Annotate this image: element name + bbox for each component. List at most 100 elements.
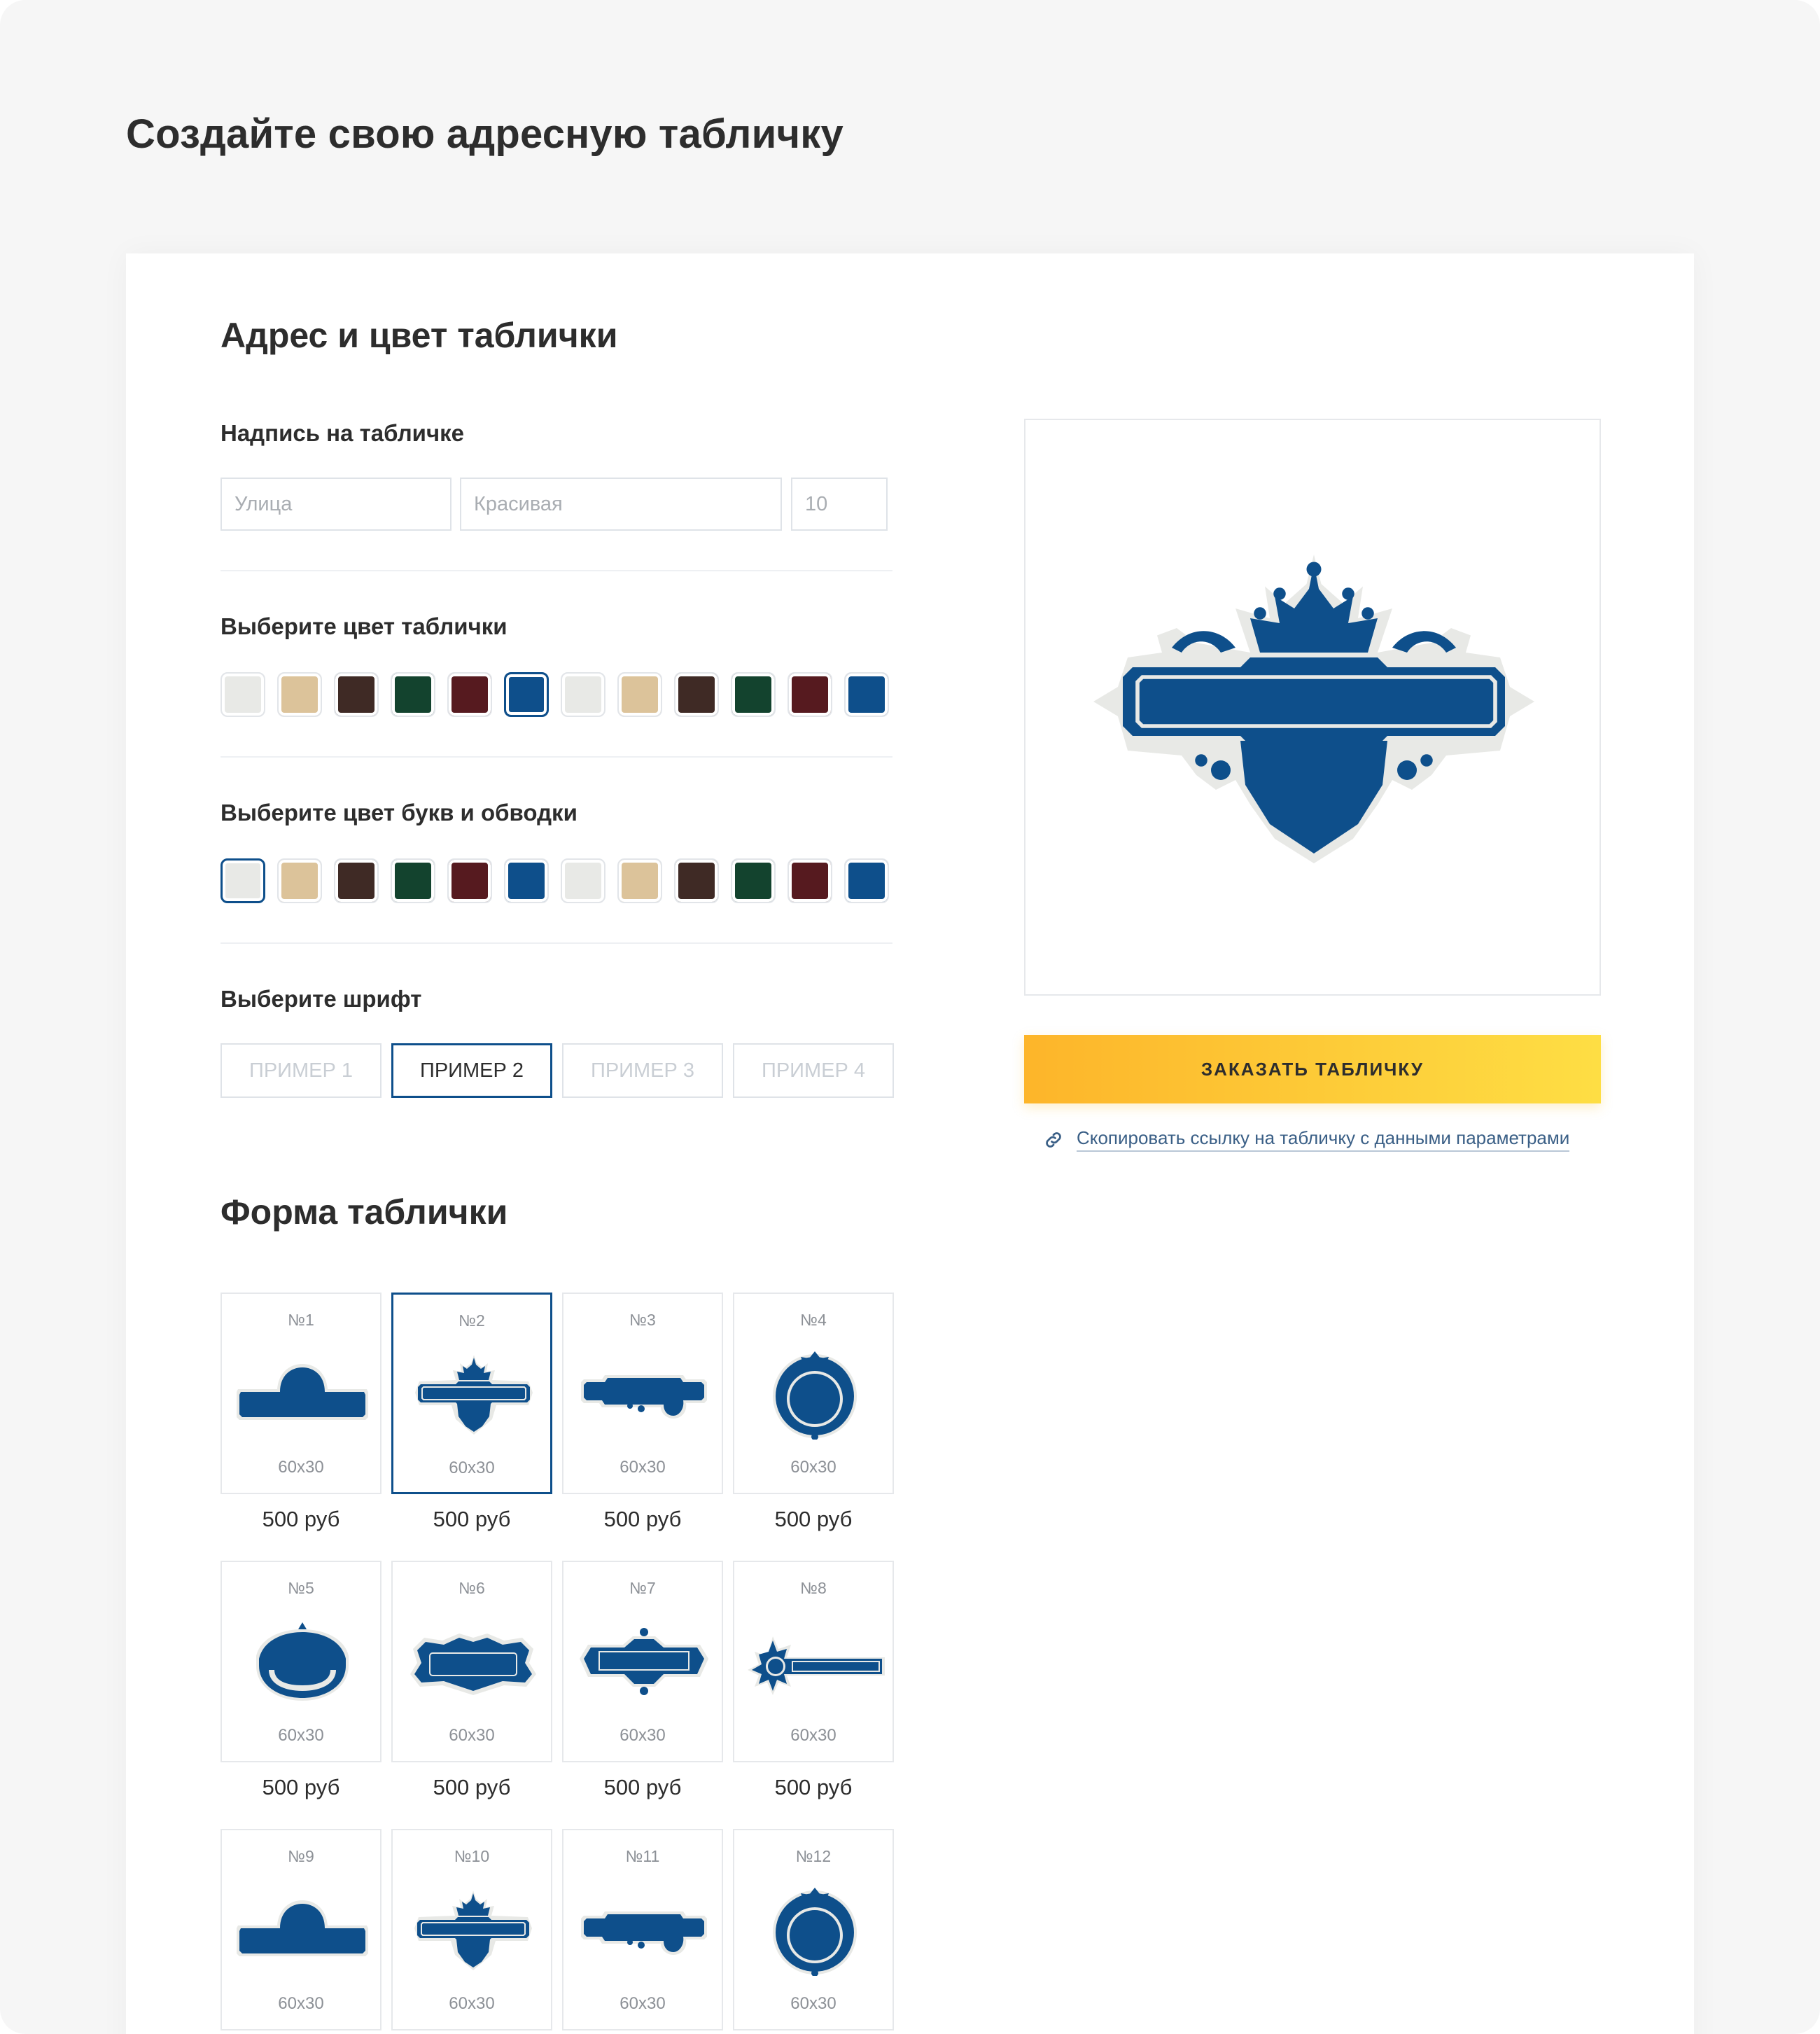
shape-option[interactable]: №7 60х30 500 руб [562, 1561, 723, 1829]
plate-color-swatch[interactable] [561, 672, 606, 717]
shape-price: 500 руб [433, 1507, 511, 1531]
letter-color-swatch[interactable] [277, 858, 322, 903]
letter-color-swatch[interactable] [844, 858, 889, 903]
shape-option[interactable]: №11 60х30 [562, 1829, 723, 2034]
shape-option[interactable]: №2 60х30 500 руб [391, 1293, 552, 1561]
copy-link-label: Скопировать ссылку на табличку с данными… [1077, 1127, 1570, 1152]
letter-color-swatch[interactable] [788, 858, 832, 903]
plate-color-swatch[interactable] [277, 672, 322, 717]
shape-card[interactable]: №1 60х30 [220, 1293, 382, 1494]
plate-color-swatch[interactable] [504, 672, 549, 717]
shape-option[interactable]: №12 60х30 [733, 1829, 894, 2034]
divider [220, 942, 892, 944]
shape-price: 500 руб [774, 1507, 853, 1531]
plate-color-swatch[interactable] [731, 672, 776, 717]
inscription-label: Надпись на табличке [220, 420, 464, 446]
shape-price: 500 руб [774, 1775, 853, 1799]
shape-number: №11 [625, 1847, 660, 1865]
shape-card[interactable]: №9 60х30 [220, 1829, 382, 2030]
plate-color-swatch[interactable] [334, 672, 379, 717]
letter-color-swatch[interactable] [504, 858, 549, 903]
shape-grid: №1 60х30 500 руб №2 60х30 500 руб №3 60х30 50… [220, 1293, 894, 2034]
copy-link[interactable]: Скопировать ссылку на табличку с данными… [1043, 1127, 1570, 1152]
shape-size: 60х30 [449, 1994, 495, 2013]
plate-color-label: Выберите цвет таблички [220, 613, 507, 639]
letter-color-swatch[interactable] [674, 858, 719, 903]
shape-card[interactable]: №4 60х30 [733, 1293, 894, 1494]
plate-color-swatch[interactable] [844, 672, 889, 717]
crown-shield-plate-icon [403, 1885, 543, 1976]
link-icon [1046, 1131, 1061, 1148]
shape-option[interactable]: №3 60х30 500 руб [562, 1293, 723, 1561]
font-option-1[interactable]: ПРИМЕР 1 [220, 1043, 382, 1098]
font-option-2[interactable]: ПРИМЕР 2 [391, 1043, 552, 1098]
letter-color-swatch[interactable] [731, 858, 776, 903]
baroque-frame-plate-icon [403, 1617, 543, 1708]
plate-preview [1024, 419, 1601, 996]
notched-scroll-plate-icon [574, 1349, 714, 1440]
shape-number: №6 [458, 1579, 485, 1597]
shape-size: 60х30 [620, 1458, 666, 1477]
plate-color-swatch[interactable] [391, 672, 435, 717]
shape-price: 500 руб [603, 1507, 682, 1531]
plate-color-swatch[interactable] [447, 672, 492, 717]
shape-size: 60х30 [278, 1994, 324, 2013]
shape-number: №2 [458, 1311, 485, 1330]
letter-color-swatch[interactable] [561, 858, 606, 903]
house-number-input[interactable] [791, 478, 888, 531]
arch-plate-icon [232, 1349, 372, 1440]
page: Создайте свою адресную табличку Адрес и … [0, 0, 1820, 2034]
shape-card[interactable]: №10 60х30 [391, 1829, 552, 2030]
shape-card[interactable]: №6 60х30 [391, 1561, 552, 1762]
crown-shield-plate-icon [1093, 555, 1534, 863]
shape-number: №7 [629, 1579, 656, 1597]
shape-card[interactable]: №7 60х30 [562, 1561, 723, 1762]
shape-size: 60х30 [449, 1458, 495, 1477]
letter-color-swatch[interactable] [220, 858, 265, 903]
shape-card[interactable]: №3 60х30 [562, 1293, 723, 1494]
plate-color-swatch[interactable] [674, 672, 719, 717]
shape-card[interactable]: №11 60х30 [562, 1829, 723, 2030]
shape-option[interactable]: №5 60х30 500 руб [220, 1561, 382, 1829]
letter-color-swatch[interactable] [334, 858, 379, 903]
shape-option[interactable]: №4 60х30 500 руб [733, 1293, 894, 1561]
shape-number: №3 [629, 1311, 656, 1329]
street-type-input[interactable] [220, 478, 451, 531]
shape-size: 60х30 [790, 1726, 836, 1745]
shape-option[interactable]: №6 60х30 500 руб [391, 1561, 552, 1829]
shape-number: №1 [288, 1311, 314, 1329]
divider [220, 570, 892, 571]
scroll-frame-plate-icon [574, 1617, 714, 1708]
plate-color-swatch[interactable] [617, 672, 662, 717]
shape-card[interactable]: №2 60х30 [391, 1293, 552, 1494]
shape-option[interactable]: №10 60х30 [391, 1829, 552, 2034]
shape-number: №12 [795, 1847, 832, 1865]
crown-shield-plate-icon [404, 1349, 544, 1440]
font-option-3[interactable]: ПРИМЕР 3 [562, 1043, 723, 1098]
plate-color-swatch[interactable] [788, 672, 832, 717]
page-title: Создайте свою адресную табличку [126, 111, 844, 157]
address-section-title: Адрес и цвет таблички [220, 316, 618, 355]
shape-price: 500 руб [603, 1775, 682, 1799]
shape-price: 500 руб [433, 1775, 511, 1799]
plate-color-swatch[interactable] [220, 672, 265, 717]
shape-card[interactable]: №12 60х30 [733, 1829, 894, 2030]
order-plate-button[interactable]: ЗАКАЗАТЬ ТАБЛИЧКУ [1024, 1035, 1601, 1103]
shape-section-title: Форма таблички [220, 1192, 508, 1232]
shape-card[interactable]: №5 60х30 [220, 1561, 382, 1762]
letter-color-swatch[interactable] [391, 858, 435, 903]
shape-size: 60х30 [278, 1726, 324, 1745]
shape-option[interactable]: №1 60х30 500 руб [220, 1293, 382, 1561]
shape-card[interactable]: №8 60х30 [733, 1561, 894, 1762]
letter-color-swatch[interactable] [447, 858, 492, 903]
shape-option[interactable]: №9 60х30 [220, 1829, 382, 2034]
star-bar-plate-icon [745, 1617, 885, 1708]
street-name-input[interactable] [460, 478, 782, 531]
constructor-card: Адрес и цвет таблички Надпись на табличк… [126, 253, 1694, 2034]
letter-color-swatch[interactable] [617, 858, 662, 903]
shape-size: 60х30 [620, 1726, 666, 1745]
plate-color-swatches [220, 672, 889, 717]
font-label: Выберите шрифт [220, 986, 422, 1012]
font-option-4[interactable]: ПРИМЕР 4 [733, 1043, 894, 1098]
shape-option[interactable]: №8 60х30 500 руб [733, 1561, 894, 1829]
